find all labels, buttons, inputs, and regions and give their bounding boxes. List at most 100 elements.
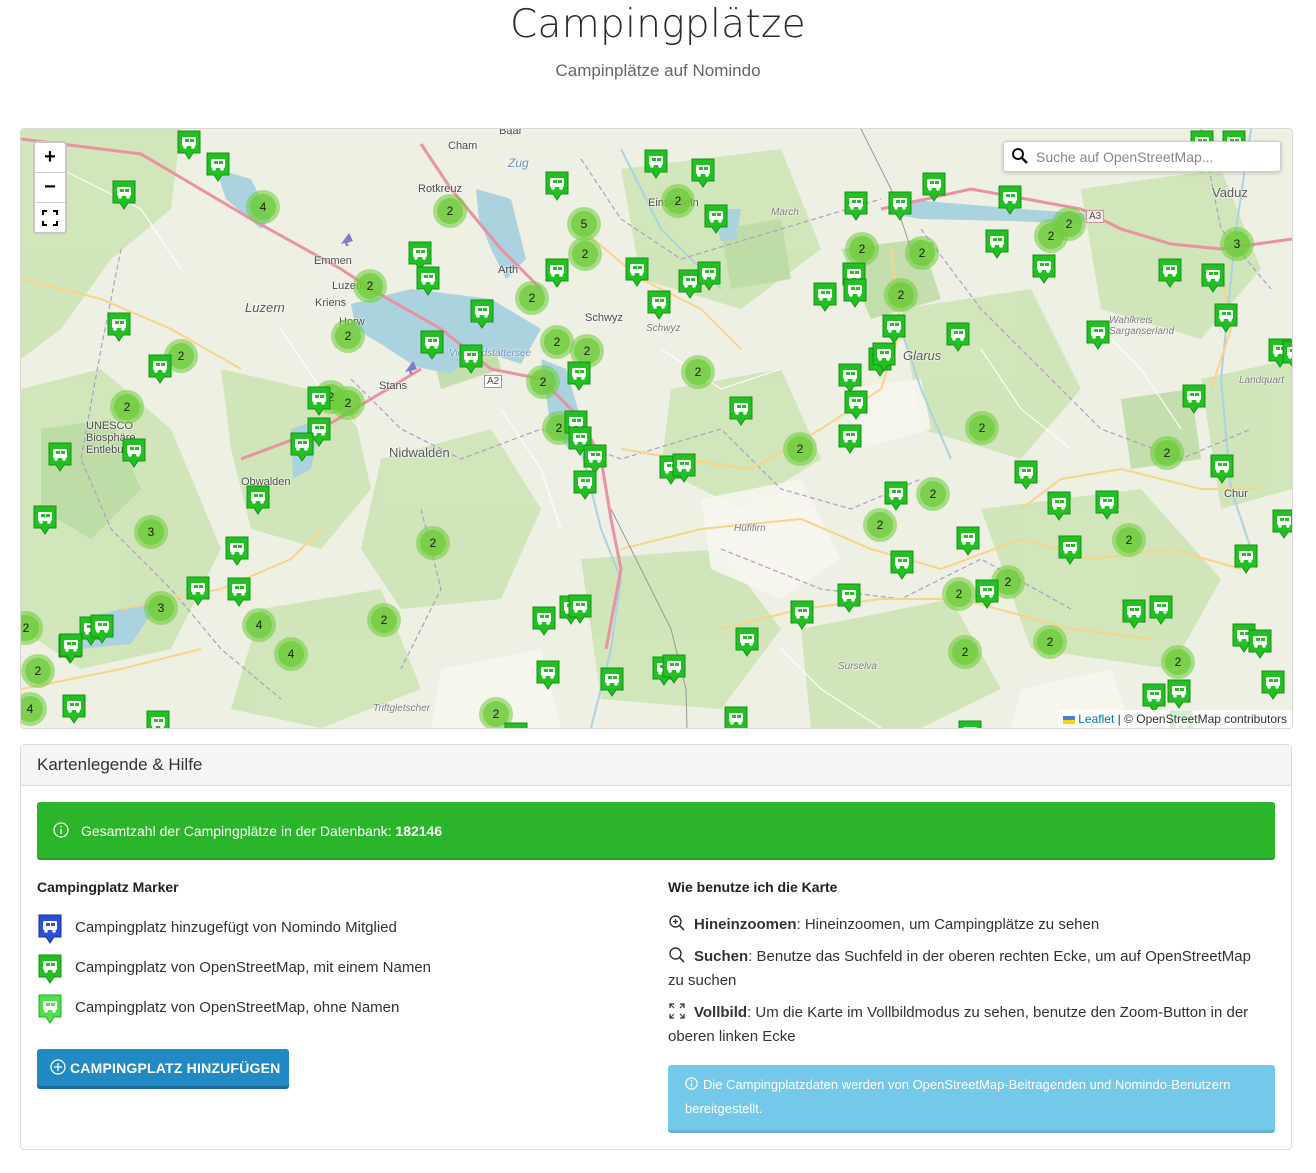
campsite-marker-icon[interactable] [1247,628,1273,660]
campsite-marker-icon[interactable] [1085,319,1111,351]
campsite-marker-icon[interactable] [1121,598,1147,630]
campsite-marker-icon[interactable] [889,549,915,581]
marker-cluster[interactable]: 2 [948,635,982,669]
marker-cluster[interactable]: 2 [367,603,401,637]
marker-cluster[interactable]: 5 [567,207,601,241]
campsite-marker-icon[interactable] [469,298,495,330]
campsite-marker-icon[interactable] [871,341,897,373]
marker-cluster[interactable]: 3 [144,591,178,625]
campsite-marker-icon[interactable] [205,151,231,183]
campsite-marker-icon[interactable] [32,504,58,536]
campsite-marker-icon[interactable] [836,582,862,614]
campsite-marker-icon[interactable] [734,626,760,658]
campsite-marker-icon[interactable] [955,525,981,557]
marker-cluster[interactable]: 4 [246,190,280,224]
campsite-marker-icon[interactable] [566,360,592,392]
zoom-in-button[interactable]: + [35,143,65,173]
marker-cluster[interactable]: 2 [863,508,897,542]
campsite-marker-icon[interactable] [843,190,869,222]
campsite-marker-icon[interactable] [1181,383,1207,415]
add-campsite-button[interactable]: CAMPINGPLATZ HINZUFÜGEN [37,1049,289,1089]
campsite-marker-icon[interactable] [643,148,669,180]
campsite-marker-icon[interactable] [1057,534,1083,566]
campsite-marker-icon[interactable] [458,343,484,375]
marker-cluster[interactable]: 2 [526,365,560,399]
campsite-marker-icon[interactable] [58,632,84,664]
campsite-marker-icon[interactable] [1200,262,1226,294]
campsite-marker-icon[interactable] [661,653,687,685]
campsite-marker-icon[interactable] [887,190,913,222]
marker-cluster[interactable]: 2 [331,386,365,420]
campsite-marker-icon[interactable] [1166,678,1192,710]
campsite-marker-icon[interactable] [883,480,909,512]
campsite-marker-icon[interactable] [997,184,1023,216]
campsite-marker-icon[interactable] [1209,453,1235,485]
campsite-marker-icon[interactable] [974,578,1000,610]
campsite-marker-icon[interactable] [1213,302,1239,334]
campsite-marker-icon[interactable] [837,423,863,455]
campsite-marker-icon[interactable] [723,705,749,729]
campsite-marker-icon[interactable] [415,265,441,297]
marker-cluster[interactable]: 2 [681,355,715,389]
campsite-marker-icon[interactable] [106,311,132,343]
marker-cluster[interactable]: 2 [110,390,144,424]
campsite-marker-icon[interactable] [843,389,869,421]
campsite-marker-icon[interactable] [1046,490,1072,522]
marker-cluster[interactable]: 2 [916,477,950,511]
campsite-marker-icon[interactable] [121,437,147,469]
marker-cluster[interactable]: 2 [1052,207,1086,241]
marker-cluster[interactable]: 2 [540,325,574,359]
campsite-marker-icon[interactable] [671,452,697,484]
campsite-marker-icon[interactable] [185,575,211,607]
campsite-marker-icon[interactable] [984,228,1010,260]
campsite-marker-icon[interactable] [624,256,650,288]
campsite-marker-icon[interactable] [1157,257,1183,289]
marker-cluster[interactable]: 3 [134,515,168,549]
marker-cluster[interactable]: 3 [1220,227,1254,261]
campsite-marker-icon[interactable] [1233,543,1259,575]
campsite-marker-icon[interactable] [111,179,137,211]
map-view[interactable]: Baar Cham Zug Rotkreuz Emmen Luzern Luze… [20,128,1293,729]
campsite-marker-icon[interactable] [1148,594,1174,626]
campsite-marker-icon[interactable] [289,431,315,463]
campsite-marker-icon[interactable] [957,719,983,729]
marker-cluster[interactable]: 2 [568,237,602,271]
marker-cluster[interactable]: 2 [942,577,976,611]
marker-cluster[interactable]: 2 [331,319,365,353]
campsite-marker-icon[interactable] [789,599,815,631]
campsite-marker-icon[interactable] [703,203,729,235]
campsite-marker-icon[interactable] [224,535,250,567]
marker-cluster[interactable]: 2 [783,432,817,466]
campsite-marker-icon[interactable] [145,709,171,729]
marker-cluster[interactable]: 2 [353,269,387,303]
campsite-marker-icon[interactable] [646,289,672,321]
marker-cluster[interactable]: 2 [1161,645,1195,679]
zoom-out-button[interactable]: − [35,173,65,203]
campsite-marker-icon[interactable] [1260,669,1286,701]
fullscreen-button[interactable] [35,203,65,232]
campsite-marker-icon[interactable] [147,353,173,385]
marker-cluster[interactable]: 2 [1112,523,1146,557]
campsite-marker-icon[interactable] [503,721,529,729]
campsite-marker-icon[interactable] [945,321,971,353]
leaflet-link[interactable]: Leaflet [1078,712,1114,726]
campsite-marker-icon[interactable] [690,157,716,189]
search-icon[interactable] [1011,147,1029,165]
campsite-marker-icon[interactable] [921,171,947,203]
campsite-marker-icon[interactable] [419,329,445,361]
marker-cluster[interactable]: 2 [433,194,467,228]
campsite-marker-icon[interactable] [535,659,561,691]
map-search-input[interactable] [1034,145,1276,169]
campsite-marker-icon[interactable] [812,281,838,313]
marker-cluster[interactable]: 2 [661,184,695,218]
campsite-marker-icon[interactable] [572,469,598,501]
campsite-marker-icon[interactable] [544,257,570,289]
marker-cluster[interactable]: 2 [965,411,999,445]
campsite-marker-icon[interactable] [599,666,625,698]
marker-cluster[interactable]: 2 [1033,625,1067,659]
campsite-marker-icon[interactable] [1281,339,1293,371]
campsite-marker-icon[interactable] [696,260,722,292]
marker-cluster[interactable]: 2 [1150,436,1184,470]
campsite-marker-icon[interactable] [306,385,332,417]
campsite-marker-icon[interactable] [531,605,557,637]
